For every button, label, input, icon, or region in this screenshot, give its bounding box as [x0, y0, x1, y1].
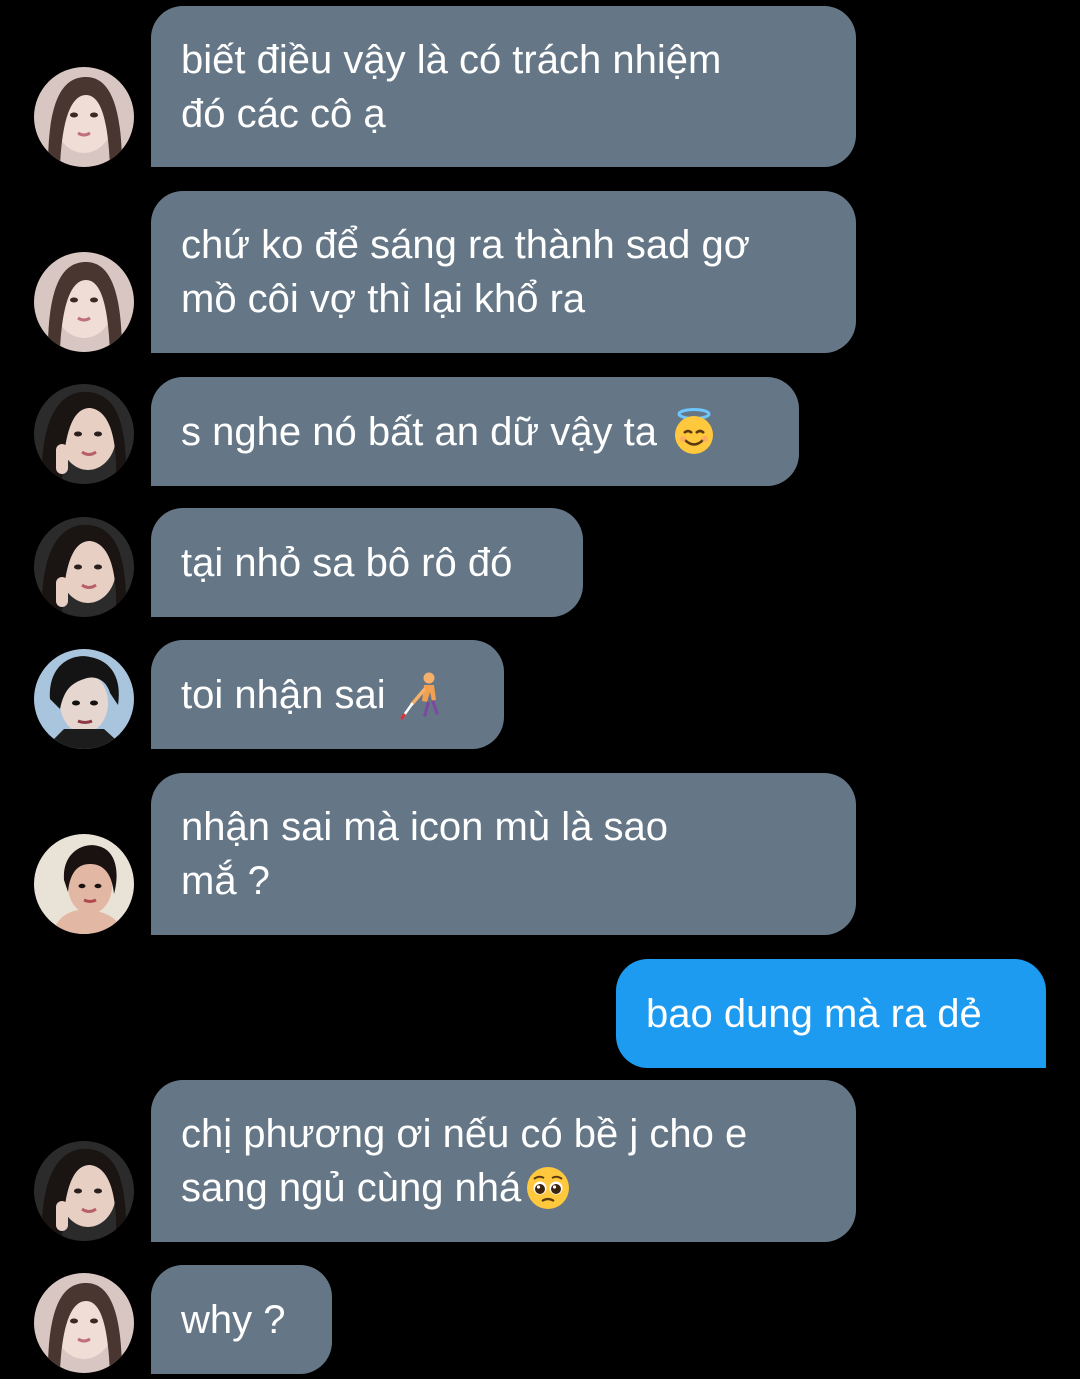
message-bubble-incoming[interactable]: tại nhỏ sa bô rô đó: [151, 508, 583, 617]
message-bubble-incoming[interactable]: nhận sai mà icon mù là sao mắ ?: [151, 773, 856, 935]
person-with-white-cane-icon: [398, 670, 448, 720]
avatar-sender-c[interactable]: [34, 649, 134, 749]
avatar-sender-d[interactable]: [34, 834, 134, 934]
message-bubble-incoming[interactable]: chị phương ơi nếu có bề j cho e sang ngủ …: [151, 1080, 856, 1242]
avatar-sender-a[interactable]: [34, 67, 134, 167]
avatar-sender-a[interactable]: [34, 1273, 134, 1373]
message-text: chứ ko để sáng ra thành sad gơ mồ côi vợ …: [181, 223, 750, 321]
message-text: s nghe nó bất an dữ vậy ta: [181, 409, 657, 454]
message-text: nhận sai mà icon mù là sao mắ ?: [181, 805, 668, 903]
message-bubble-incoming[interactable]: toi nhận sai: [151, 640, 504, 749]
message-text: why ?: [181, 1297, 286, 1342]
pleading-face-icon: [523, 1163, 573, 1213]
avatar-sender-b[interactable]: [34, 517, 134, 617]
avatar-sender-b[interactable]: [34, 384, 134, 484]
avatar-sender-b[interactable]: [34, 1141, 134, 1241]
message-text: tại nhỏ sa bô rô đó: [181, 540, 513, 585]
message-bubble-outgoing[interactable]: bao dung mà ra dẻ: [616, 959, 1046, 1068]
avatar-sender-a[interactable]: [34, 252, 134, 352]
message-bubble-incoming[interactable]: s nghe nó bất an dữ vậy ta: [151, 377, 799, 486]
message-text: bao dung mà ra dẻ: [646, 991, 982, 1036]
message-bubble-incoming[interactable]: chứ ko để sáng ra thành sad gơ mồ côi vợ …: [151, 191, 856, 353]
message-text: chị phương ơi nếu có bề j cho e sang ngủ …: [181, 1107, 747, 1215]
message-bubble-incoming[interactable]: biết điều vậy là có trách nhiệm đó các cô…: [151, 6, 856, 167]
smiling-face-with-halo-icon: [669, 407, 719, 457]
message-text: toi nhận sai: [181, 672, 386, 717]
message-text: biết điều vậy là có trách nhiệm đó các cô…: [181, 37, 722, 136]
message-bubble-incoming[interactable]: why ?: [151, 1265, 332, 1374]
